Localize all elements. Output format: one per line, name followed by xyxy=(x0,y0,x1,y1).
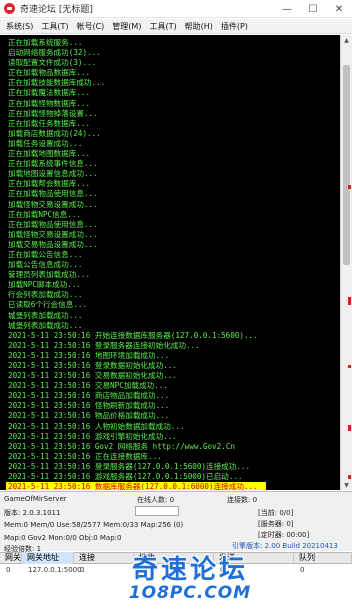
grid-header-cell[interactable]: 网关地址 xyxy=(22,552,74,564)
log-line: 2021-5-11 23:50:16 Gov2 网络服务 http://www.… xyxy=(8,441,235,451)
log-line: 加载怪物交易设置成功... xyxy=(8,199,98,209)
gateway-grid-header: 网关 网关地址 连接 接收 发送 队列 xyxy=(0,552,352,564)
log-line: 2021-5-11 23:50:16 登录服务器(127.0.0.1:5600)… xyxy=(8,461,251,471)
grid-header-cell[interactable]: 接收 xyxy=(134,552,214,564)
log-line: 2021-5-11 23:50:16 游戏服务器(127.0.0.1:5000)… xyxy=(8,472,243,482)
log-line: 2021-5-11 23:50:16 登录服务器连接初始化成功... xyxy=(8,340,200,350)
log-line: 2021-5-11 23:50:16 怪物刷新加载成功... xyxy=(8,401,170,411)
log-line: 加载NPC脚本成功... xyxy=(8,280,81,290)
app-logo-icon xyxy=(4,3,15,14)
log-line: 加载交易物品设置成功... xyxy=(8,239,98,249)
log-line: 2021-5-11 23:50:16 人物初始数据加载成功... xyxy=(8,421,185,431)
scroll-up-icon[interactable]: ▲ xyxy=(341,35,352,45)
grid-header-cell[interactable]: 连接 xyxy=(74,552,134,564)
scroll-marker xyxy=(348,475,351,479)
log-line: 正在加载帮会数据库... xyxy=(8,179,91,189)
log-line: 正在加载公告信息... xyxy=(8,249,83,259)
table-cell: 0 xyxy=(140,566,145,574)
log-line: 正在加载NPC信息... xyxy=(8,209,81,219)
log-line: 2021-5-11 23:50:16 交易数据初始化成功... xyxy=(8,371,177,381)
minimize-button[interactable]: — xyxy=(274,0,300,18)
log-line: 正在加载系统事件信息... xyxy=(8,159,98,169)
window-title: 奇速论坛 [无标题] xyxy=(20,5,93,15)
memory-line: Mem:0 Mem/0 Use:58/2577 Mem:0/33 Map:256… xyxy=(4,521,184,529)
menu-item[interactable]: 管理(M) xyxy=(108,21,145,32)
log-line: 2021-5-11 23:50:16 正在连接数据库... xyxy=(8,451,162,461)
log-line: 正在加载技能数据库成功... xyxy=(8,78,106,88)
log-line: 2021-5-11 23:50:16 游戏引擎初始化成功... xyxy=(8,431,177,441)
log-line: 加载地图设置信息成功... xyxy=(8,169,98,179)
engine-name: GameOfMirServer xyxy=(4,495,67,503)
online-box xyxy=(135,506,179,516)
log-line: 已读取6个行会信息... xyxy=(8,300,88,310)
scroll-marker xyxy=(348,185,351,189)
log-line: 行会列表加载成功... xyxy=(8,290,83,300)
scroll-marker xyxy=(348,297,351,305)
status-panel: GameOfMirServer 版本: 2.0.3.1011 在线人数: 0 连… xyxy=(0,491,352,553)
menu-item[interactable]: 帐号(C) xyxy=(72,21,108,32)
log-line: 正在加载魔法数据库... xyxy=(8,88,91,98)
level-label: [当前: 0/0] xyxy=(258,509,294,517)
log-line: 加载公告信息成功... xyxy=(8,260,83,270)
engine-version: 引擎版本: 2.00 Build 20210413 xyxy=(232,542,338,550)
table-cell: 0 xyxy=(300,566,305,574)
timer-label: [定时器: 00:00] xyxy=(258,531,310,539)
menu-item[interactable]: 系统(S) xyxy=(2,21,37,32)
log-line: 管理员列表加载成功... xyxy=(8,270,91,280)
log-line: 2021-5-11 23:50:16 商店物品加载成功... xyxy=(8,391,170,401)
log-line: 正在加载物品使用信息... xyxy=(8,189,98,199)
scroll-thumb[interactable] xyxy=(343,65,350,265)
gateway-grid-body xyxy=(0,576,352,610)
map-status: Map:0 Gov2 Mon:0/0 Obj:0 Map:0 xyxy=(4,534,122,542)
log-line: 正在加载任务数据库... xyxy=(8,118,91,128)
log-line: 正在加载地图数据库... xyxy=(8,149,91,159)
scroll-down-icon[interactable]: ▼ xyxy=(341,480,352,490)
scroll-marker xyxy=(348,365,351,368)
log-line: 加载怪物交易设置成功... xyxy=(8,229,98,239)
menu-item[interactable]: 帮助(H) xyxy=(181,21,217,32)
log-line: 读取配置文件成功(3)... xyxy=(8,58,97,68)
version-line: 版本: 2.0.3.1011 xyxy=(4,509,61,517)
log-line: 2021-5-11 23:50:16 开始连接数据库服务器(127.0.0.1:… xyxy=(8,330,258,340)
log-line: 正在加载系统服务... xyxy=(8,38,83,47)
log-line: 正在加载怪物数据库... xyxy=(8,98,91,108)
table-cell: 0 xyxy=(6,566,11,574)
log-line: 2021-5-11 23:50:16 登录数据初始化成功... xyxy=(8,361,177,370)
menu-item[interactable]: 插件(P) xyxy=(217,21,252,32)
maximize-button[interactable]: ☐ xyxy=(300,0,326,18)
log-line: 加载商店数据成功(24)... xyxy=(8,128,101,138)
log-line: 正在加载物品使用信息... xyxy=(8,219,98,229)
scroll-marker xyxy=(348,425,351,431)
log-line: 2021-5-11 23:50:16 数据库服务器(127.0.0.1:6000… xyxy=(6,482,266,490)
console-scrollbar[interactable]: ▲ ▼ xyxy=(340,35,352,490)
table-cell: 0 xyxy=(220,566,225,574)
close-button[interactable]: ✕ xyxy=(326,0,352,18)
grid-header-cell[interactable]: 发送 xyxy=(214,552,294,564)
log-line: 2021-5-11 23:50:16 地图环境加载成功... xyxy=(8,350,170,360)
log-line: 加载任务设置成功... xyxy=(8,138,83,148)
connections-count: 连接数: 0 xyxy=(227,496,258,504)
log-line: 正在加载物品数据库... xyxy=(8,68,91,78)
server-label: [服务器: 0] xyxy=(258,520,294,528)
log-line: 城堡列表加载成功... xyxy=(8,320,83,330)
log-line: 正在加载怪物掉落设置... xyxy=(8,108,98,118)
window-controls: — ☐ ✕ xyxy=(274,0,352,18)
menu-item[interactable]: 工具(T) xyxy=(37,21,72,32)
table-row[interactable]: 0 127.0.0.1:5000 0 0 0 0 xyxy=(0,565,352,575)
table-cell: 0 xyxy=(80,566,85,574)
server-log-console[interactable]: 正在加载系统服务... 启动网络服务成功(32)... 读取配置文件成功(3)...… xyxy=(0,35,340,490)
menu-bar: 系统(S) 工具(T) 帐号(C) 管理(M) 工具(T) 帮助(H) 插件(P) xyxy=(0,19,352,34)
grid-header-cell[interactable]: 网关 xyxy=(0,552,22,564)
table-cell: 127.0.0.1:5000 xyxy=(28,566,82,574)
online-count: 在线人数: 0 xyxy=(137,496,175,504)
log-line: 2021-5-11 23:50:16 物品价格加载成功... xyxy=(8,411,170,421)
menu-item[interactable]: 工具(T) xyxy=(145,21,180,32)
log-line: 启动网络服务成功(32)... xyxy=(8,48,101,58)
log-line: 城堡列表加载成功... xyxy=(8,310,83,320)
log-line: 2021-5-11 23:50:16 交易NPC加载成功... xyxy=(8,381,168,391)
title-bar: 奇速论坛 [无标题] — ☐ ✕ xyxy=(0,0,352,18)
grid-header-cell[interactable]: 队列 xyxy=(294,552,352,564)
